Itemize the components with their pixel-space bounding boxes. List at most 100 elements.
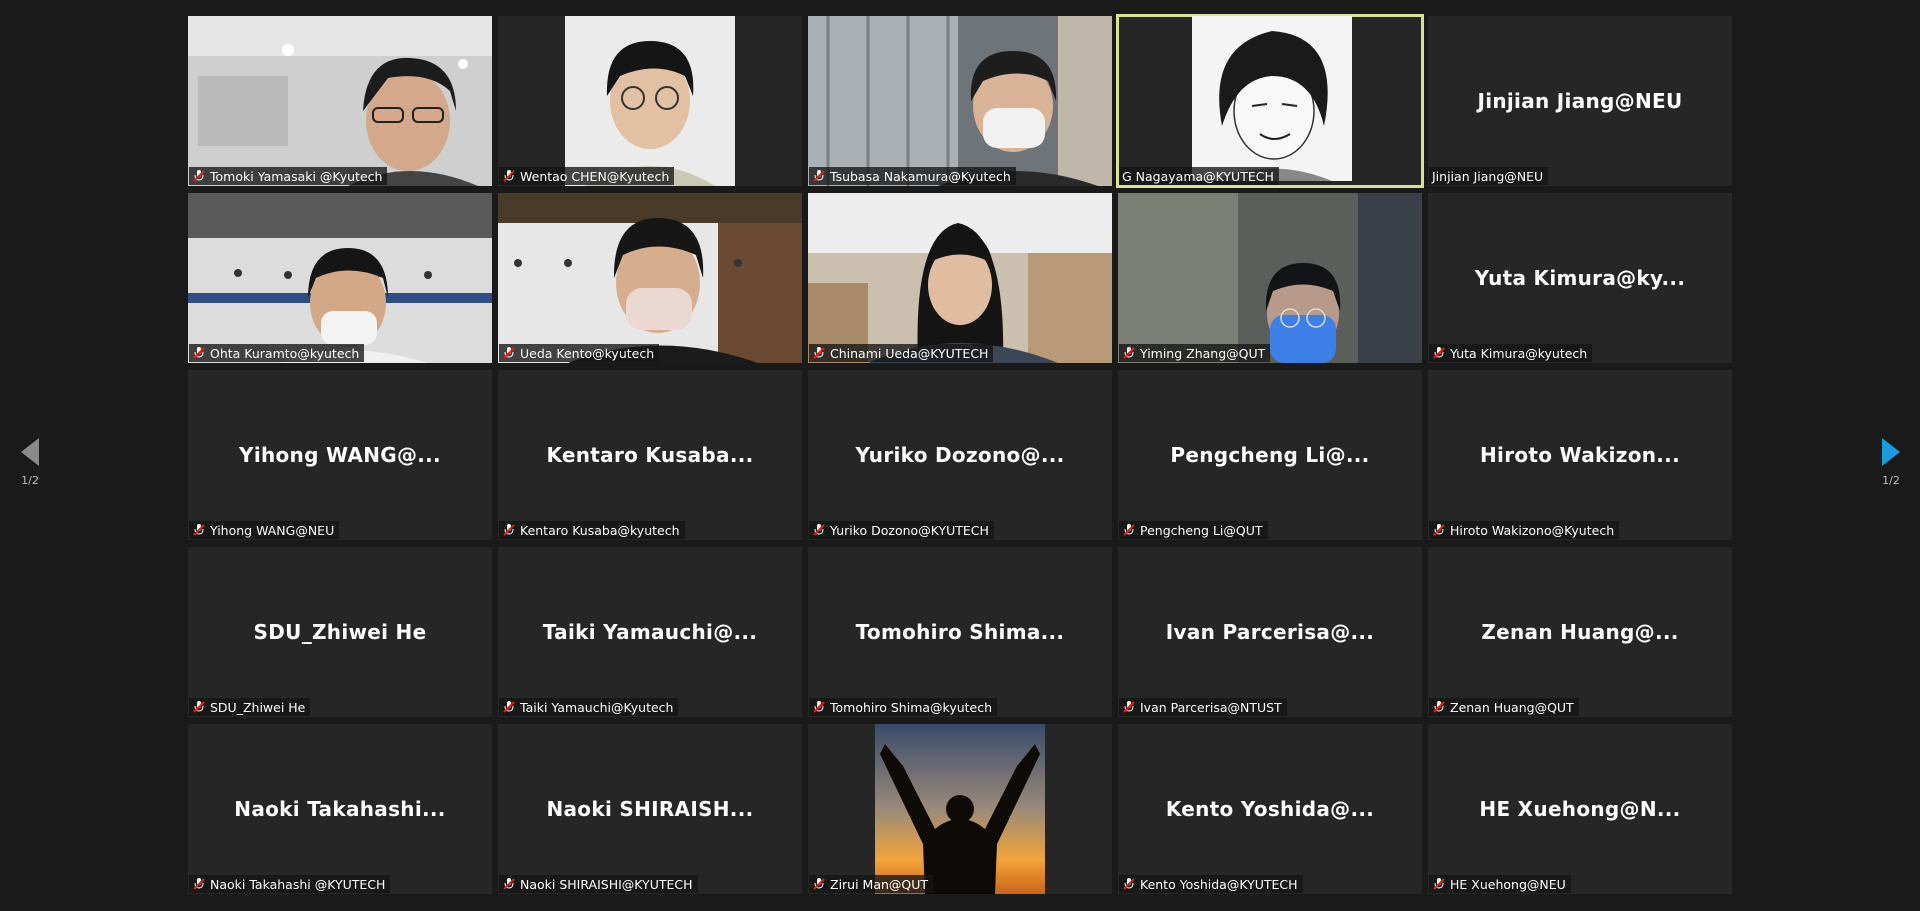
participant-tile-video[interactable]: Ohta Kuramto@kyutech	[188, 193, 492, 363]
participant-name-label: Tomoki Yamasaki @Kyutech	[189, 167, 388, 185]
participant-tile[interactable]: Kento Yoshida@... Kento Yoshida@KYUTECH	[1118, 724, 1422, 894]
mic-muted-icon	[813, 701, 825, 713]
mic-muted-icon	[503, 701, 515, 713]
mic-muted-icon	[813, 347, 825, 359]
mic-muted-icon	[813, 878, 825, 890]
participant-tile[interactable]: Tomohiro Shima... Tomohiro Shima@kyutech	[808, 547, 1112, 717]
participant-tile-video[interactable]: Tsubasa Nakamura@Kyutech	[808, 16, 1112, 186]
mic-muted-icon	[1433, 347, 1445, 359]
mic-muted-icon	[1123, 878, 1135, 890]
chevron-right-icon	[1882, 438, 1900, 466]
mic-muted-icon	[1123, 701, 1135, 713]
participant-display-name: Naoki Takahashi...	[234, 797, 446, 821]
participant-display-name: Yihong WANG@...	[239, 443, 441, 467]
participant-tile[interactable]: Yihong WANG@... Yihong WANG@NEU	[188, 370, 492, 540]
participant-tile[interactable]: SDU_Zhiwei He SDU_Zhiwei He	[188, 547, 492, 717]
mic-muted-icon	[193, 878, 205, 890]
participant-name-label: HE Xuehong@NEU	[1429, 875, 1571, 893]
participant-name-label: Jinjian Jiang@NEU	[1429, 167, 1549, 185]
mic-muted-icon	[813, 170, 825, 182]
mic-muted-icon	[813, 524, 825, 536]
mic-muted-icon	[1433, 878, 1445, 890]
participant-tile-video[interactable]: Wentao CHEN@Kyutech	[498, 16, 802, 186]
mic-muted-icon	[193, 170, 205, 182]
participant-video-feed	[808, 16, 1112, 186]
participant-display-name: Kentaro Kusaba...	[546, 443, 754, 467]
participant-display-name: Yuriko Dozono@...	[855, 443, 1065, 467]
participant-name-label: Kentaro Kusaba@kyutech	[499, 521, 685, 539]
participant-display-name: Ivan Parcerisa@...	[1165, 620, 1375, 644]
participant-tile[interactable]: Yuta Kimura@ky... Yuta Kimura@kyutech	[1428, 193, 1732, 363]
participant-display-name: Kento Yoshida@...	[1165, 797, 1375, 821]
participant-tile[interactable]: Taiki Yamauchi@... Taiki Yamauchi@Kyutec…	[498, 547, 802, 717]
participant-video-feed	[1192, 16, 1352, 181]
mic-muted-icon	[1433, 701, 1445, 713]
participant-tile[interactable]: Zenan Huang@... Zenan Huang@QUT	[1428, 547, 1732, 717]
mic-muted-icon	[1123, 347, 1135, 359]
participant-tile[interactable]: Ivan Parcerisa@... Ivan Parcerisa@NTUST	[1118, 547, 1422, 717]
page-indicator-left: 1/2	[21, 474, 39, 487]
participant-name-label: Ivan Parcerisa@NTUST	[1119, 698, 1287, 716]
participant-name-label: Naoki Takahashi @KYUTECH	[189, 875, 391, 893]
participant-name-label: Yiming Zhang@QUT	[1119, 344, 1271, 362]
participant-tile-video[interactable]: Yiming Zhang@QUT	[1118, 193, 1422, 363]
participant-display-name: Naoki SHIRAISH...	[546, 797, 754, 821]
participant-display-name: HE Xuehong@N...	[1479, 797, 1681, 821]
participant-video-feed	[188, 16, 492, 186]
participant-tile[interactable]: Yuriko Dozono@... Yuriko Dozono@KYUTECH	[808, 370, 1112, 540]
participant-display-name: Hiroto Wakizon...	[1480, 443, 1680, 467]
mic-muted-icon	[503, 170, 515, 182]
participant-name-label: Wentao CHEN@Kyutech	[499, 167, 675, 185]
participant-name-label: Pengcheng Li@QUT	[1119, 521, 1268, 539]
participant-video-feed	[498, 193, 802, 363]
participant-name-label: Zirui Man@QUT	[809, 875, 934, 893]
participant-name-label: G Nagayama@KYUTECH	[1119, 167, 1279, 185]
participant-tile-video[interactable]: Ueda Kento@kyutech	[498, 193, 802, 363]
mic-muted-icon	[193, 701, 205, 713]
active-speaker-tile[interactable]: G Nagayama@KYUTECH	[1116, 14, 1424, 188]
participant-tile-video[interactable]: Tomoki Yamasaki @Kyutech	[188, 16, 492, 186]
mic-muted-icon	[1433, 524, 1445, 536]
participant-display-name: Zenan Huang@...	[1481, 620, 1679, 644]
participant-tile[interactable]: Pengcheng Li@... Pengcheng Li@QUT	[1118, 370, 1422, 540]
participant-name-label: Ueda Kento@kyutech	[499, 344, 660, 362]
participant-display-name: Taiki Yamauchi@...	[542, 620, 758, 644]
participant-tile[interactable]: HE Xuehong@N... HE Xuehong@NEU	[1428, 724, 1732, 894]
participant-name-label: Yuta Kimura@kyutech	[1429, 344, 1593, 362]
participant-name-label: Tomohiro Shima@kyutech	[809, 698, 998, 716]
participant-display-name: Yuta Kimura@ky...	[1474, 266, 1686, 290]
previous-page-button[interactable]: 1/2	[10, 438, 50, 487]
mic-muted-icon	[1123, 524, 1135, 536]
mic-muted-icon	[193, 347, 205, 359]
participant-tile-video[interactable]: Chinami Ueda@KYUTECH	[808, 193, 1112, 363]
participant-name-label: Hiroto Wakizono@Kyutech	[1429, 521, 1620, 539]
participant-name-label: Kento Yoshida@KYUTECH	[1119, 875, 1303, 893]
participant-name-label: Ohta Kuramto@kyutech	[189, 344, 365, 362]
participant-profile-image	[875, 724, 1045, 894]
mic-muted-icon	[503, 878, 515, 890]
participant-video-feed	[188, 193, 492, 363]
page-indicator-right: 1/2	[1882, 474, 1900, 487]
mic-muted-icon	[503, 347, 515, 359]
participant-tile-video[interactable]: Zirui Man@QUT	[808, 724, 1112, 894]
participant-display-name: SDU_Zhiwei He	[253, 620, 427, 644]
participant-display-name: Jinjian Jiang@NEU	[1477, 89, 1683, 113]
participant-display-name: Tomohiro Shima...	[855, 620, 1065, 644]
participant-tile[interactable]: Hiroto Wakizon... Hiroto Wakizono@Kyutec…	[1428, 370, 1732, 540]
participant-tile[interactable]: Kentaro Kusaba... Kentaro Kusaba@kyutech	[498, 370, 802, 540]
participant-name-label: Tsubasa Nakamura@Kyutech	[809, 167, 1016, 185]
participant-name-label: Yihong WANG@NEU	[189, 521, 340, 539]
participant-name-label: Taiki Yamauchi@Kyutech	[499, 698, 679, 716]
participant-name-label: Zenan Huang@QUT	[1429, 698, 1579, 716]
participant-video-feed	[1118, 193, 1422, 363]
participant-name-label: SDU_Zhiwei He	[189, 698, 311, 716]
mic-muted-icon	[193, 524, 205, 536]
participant-name-label: Yuriko Dozono@KYUTECH	[809, 521, 994, 539]
participant-tile[interactable]: Naoki Takahashi... Naoki Takahashi @KYUT…	[188, 724, 492, 894]
participant-tile[interactable]: Naoki SHIRAISH... Naoki SHIRAISHI@KYUTEC…	[498, 724, 802, 894]
participant-tile[interactable]: Jinjian Jiang@NEU Jinjian Jiang@NEU	[1428, 16, 1732, 186]
mic-muted-icon	[503, 524, 515, 536]
gallery-grid: Tomoki Yamasaki @Kyutech Wentao CHEN@Kyu…	[188, 14, 1732, 894]
participant-video-feed	[808, 193, 1112, 363]
next-page-button[interactable]: 1/2	[1871, 438, 1911, 487]
